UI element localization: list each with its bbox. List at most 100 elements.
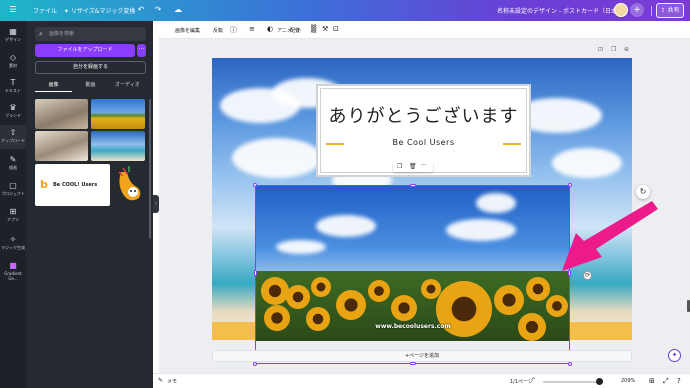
- undo-icon[interactable]: ↶: [136, 5, 146, 15]
- resize-handle-tl[interactable]: [253, 183, 257, 187]
- magic-icon: ✧: [9, 235, 17, 244]
- more-options-button[interactable]: ···: [137, 44, 146, 57]
- search-icon: ⌕: [39, 30, 43, 38]
- upload-thumbnail-logo[interactable]: b Be COOL! Users: [35, 164, 110, 206]
- add-user-icon[interactable]: +: [630, 3, 644, 17]
- grid-view-icon[interactable]: ⊞: [649, 377, 655, 385]
- document-title[interactable]: 名称未設定のデザイン - ポストカード（日本）: [497, 6, 623, 15]
- tab-videos[interactable]: 動画: [72, 81, 109, 88]
- upload-thumbnail-cat-2[interactable]: [35, 131, 88, 161]
- cloud-icon[interactable]: ☁: [173, 5, 183, 15]
- record-yourself-button[interactable]: 自分を録画する: [35, 61, 146, 74]
- lock-icon[interactable]: ⊡: [333, 25, 339, 33]
- rail-label: アプリ: [7, 217, 19, 222]
- magic-assistant-icon[interactable]: ✦: [668, 349, 681, 362]
- notes-icon[interactable]: ✎: [158, 377, 163, 384]
- position-button[interactable]: 配置: [290, 27, 300, 34]
- share-label: 共有: [667, 7, 680, 14]
- cloud-upload-icon: ⇧: [9, 128, 17, 137]
- rail-label: プロジェクト: [1, 191, 25, 196]
- avatar[interactable]: [614, 3, 628, 17]
- mascot-icon: [118, 166, 141, 201]
- rail-item-text[interactable]: T テキスト: [0, 78, 26, 94]
- upload-thumbnail-beach[interactable]: [91, 131, 145, 161]
- page-indicator[interactable]: 1/1ページ: [510, 378, 533, 385]
- upload-thumbnail-sunflower[interactable]: [91, 99, 145, 129]
- paint-roller-icon[interactable]: ⚒: [322, 25, 328, 33]
- notes-button[interactable]: メモ: [167, 378, 177, 385]
- transparency-icon[interactable]: ▒: [311, 25, 316, 33]
- logo-icon: b: [40, 178, 48, 191]
- annotation-arrow-icon: [562, 201, 658, 271]
- rail-label: ブランド: [5, 113, 21, 118]
- tab-images[interactable]: 画像: [35, 81, 72, 88]
- duplicate-page-icon[interactable]: ❐: [611, 46, 616, 53]
- rail-label: デザイン: [5, 37, 21, 42]
- element-quick-actions: ❐ 🗑 ···: [393, 162, 433, 172]
- help-icon[interactable]: ?: [677, 377, 681, 385]
- rail-label: テキスト: [5, 88, 21, 93]
- logo-text: Be COOL! Users: [53, 182, 98, 188]
- trash-icon[interactable]: 🗑: [409, 163, 417, 170]
- active-tab-indicator: [35, 91, 72, 92]
- rail-item-brand[interactable]: ♛ ブランド: [0, 103, 26, 119]
- shapes-icon: ◇: [9, 53, 17, 62]
- rail-item-draw[interactable]: ✎ 描画: [0, 155, 26, 171]
- upload-thumbnail-mascot[interactable]: [113, 164, 145, 206]
- selection-frame: [253, 183, 572, 366]
- rail-item-apps[interactable]: ⊞ アプリ: [0, 207, 26, 223]
- side-rail: ▦ デザイン ◇ 素材 T テキスト ♛ ブランド ⇧ アップロード ✎ 描画 ▢ プロジェク…: [0, 21, 26, 388]
- menu-lines-icon[interactable]: ≡: [249, 25, 255, 33]
- accent-line-right: [503, 143, 521, 145]
- add-page-button[interactable]: +ページを追加: [212, 350, 632, 362]
- share-button[interactable]: ⇪ 共有: [656, 3, 684, 18]
- pen-icon: ✎: [9, 155, 17, 164]
- copy-icon[interactable]: ❐: [397, 163, 402, 170]
- resize-handle-bottom[interactable]: [410, 362, 416, 365]
- brand-icon: ♛: [9, 103, 17, 112]
- rail-item-gradient-app[interactable]: ■ Gradient Ge...: [0, 261, 26, 281]
- chevron-up-icon[interactable]: ⌃: [531, 377, 536, 384]
- rail-item-elements[interactable]: ◇ 素材: [0, 53, 26, 69]
- zoom-slider[interactable]: [543, 381, 603, 383]
- menu-icon[interactable]: ☰: [8, 5, 18, 15]
- layout-icon: ▦: [9, 27, 17, 36]
- resize-handle-tr[interactable]: [568, 183, 572, 187]
- headline-text[interactable]: ありがとうございます: [318, 102, 529, 128]
- rail-item-uploads[interactable]: ⇧ アップロード: [0, 125, 26, 149]
- search-placeholder: 画像を検索: [49, 31, 75, 37]
- zoom-level[interactable]: 209%: [621, 378, 635, 384]
- apps-icon: ⊞: [9, 207, 17, 216]
- resize-magic-button[interactable]: ✦ リサイズ&マジック変換: [64, 6, 135, 15]
- text-icon: T: [10, 78, 16, 87]
- info-icon[interactable]: ⓘ: [230, 25, 237, 35]
- resize-handle-top[interactable]: [410, 184, 416, 187]
- rail-item-design[interactable]: ▦ デザイン: [0, 27, 26, 43]
- rail-label: 素材: [9, 63, 17, 68]
- file-menu[interactable]: ファイル: [33, 6, 57, 15]
- zoom-slider-knob[interactable]: [596, 378, 603, 385]
- rail-item-magic[interactable]: ✧ マジック生成: [0, 235, 26, 251]
- more-icon[interactable]: ···: [421, 162, 427, 169]
- search-input[interactable]: ⌕ 画像を検索: [35, 27, 146, 41]
- tab-audio[interactable]: オーディオ: [109, 81, 146, 88]
- flip-button[interactable]: 反転: [213, 27, 223, 34]
- gradient-app-icon: ■: [9, 261, 17, 270]
- add-page-icon[interactable]: ⊕: [624, 46, 629, 53]
- edit-image-button[interactable]: 画像を編集: [175, 27, 200, 34]
- rail-label: 描画: [9, 165, 17, 170]
- lock-page-icon[interactable]: ⊡: [598, 46, 603, 53]
- panel-scrollbar[interactable]: [149, 99, 151, 239]
- resize-handle-bl[interactable]: [253, 362, 257, 366]
- upload-files-button[interactable]: ファイルをアップロード: [35, 44, 135, 57]
- rail-item-projects[interactable]: ▢ プロジェクト: [0, 181, 26, 197]
- upload-thumbnail-cat-1[interactable]: [35, 99, 88, 129]
- resize-handle-left[interactable]: [254, 270, 257, 276]
- subline-text[interactable]: Be Cool Users: [318, 138, 529, 147]
- fullscreen-icon[interactable]: ⤢: [663, 377, 669, 386]
- uploads-panel: ⌕ 画像を検索 ファイルをアップロード ··· 自分を録画する 画像 動画 オーデ…: [26, 21, 153, 388]
- resize-handle-br[interactable]: [568, 362, 572, 366]
- divider: [651, 6, 652, 16]
- redo-icon[interactable]: ↷: [153, 5, 163, 15]
- rail-label: マジック生成: [1, 245, 25, 250]
